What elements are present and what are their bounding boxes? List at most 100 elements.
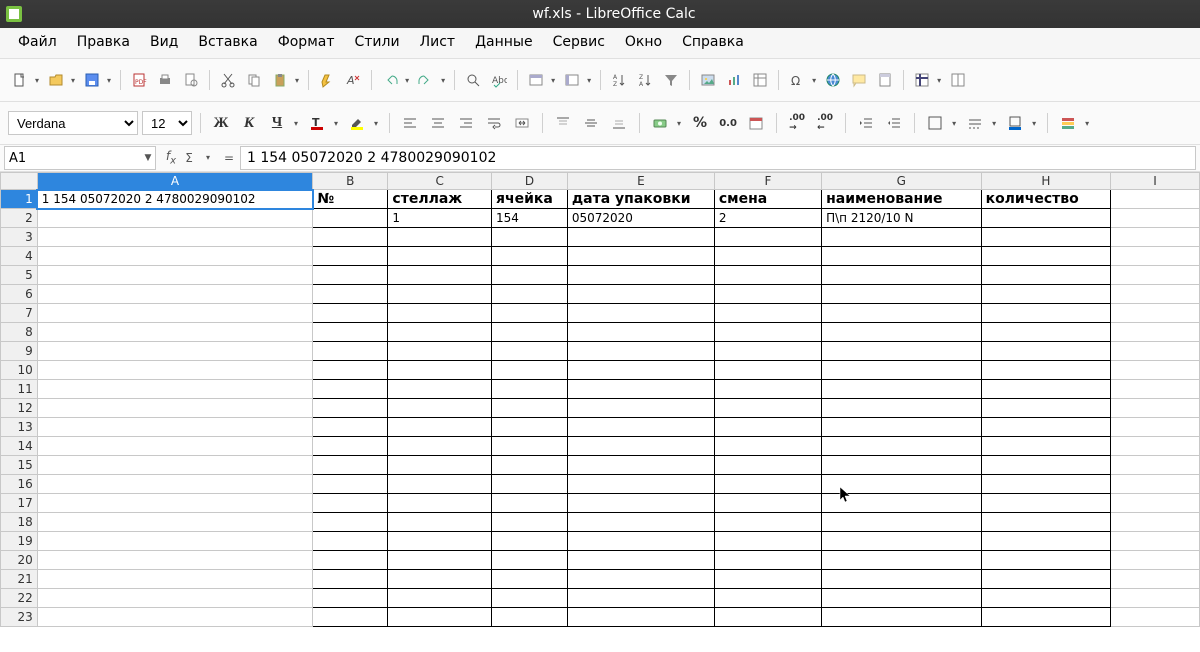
font-color-button[interactable]: T xyxy=(305,111,329,135)
row-header-9[interactable]: 9 xyxy=(1,342,38,361)
cell-E2[interactable]: 05072020 xyxy=(567,209,714,228)
print-icon[interactable] xyxy=(153,68,177,92)
align-center-icon[interactable] xyxy=(426,111,450,135)
cell-B11[interactable] xyxy=(313,380,388,399)
remove-decimal-icon[interactable]: .00← xyxy=(813,111,837,135)
cell-D12[interactable] xyxy=(492,399,568,418)
cell-C10[interactable] xyxy=(388,361,492,380)
cell-I1[interactable] xyxy=(1111,190,1200,209)
cell-B16[interactable] xyxy=(313,475,388,494)
cell-C6[interactable] xyxy=(388,285,492,304)
cell-H23[interactable] xyxy=(981,608,1111,627)
cell-E16[interactable] xyxy=(567,475,714,494)
align-right-icon[interactable] xyxy=(454,111,478,135)
column-header-C[interactable]: C xyxy=(388,173,492,190)
row-header-19[interactable]: 19 xyxy=(1,532,38,551)
cell-G23[interactable] xyxy=(822,608,981,627)
menu-Справка[interactable]: Справка xyxy=(672,30,754,54)
cell-C20[interactable] xyxy=(388,551,492,570)
hyperlink-icon[interactable] xyxy=(821,68,845,92)
export-pdf-icon[interactable]: PDF xyxy=(127,68,151,92)
cell-H22[interactable] xyxy=(981,589,1111,608)
cell-E14[interactable] xyxy=(567,437,714,456)
select-all-corner[interactable] xyxy=(1,173,38,190)
cell-C21[interactable] xyxy=(388,570,492,589)
cell-E22[interactable] xyxy=(567,589,714,608)
cell-I23[interactable] xyxy=(1111,608,1200,627)
align-left-icon[interactable] xyxy=(398,111,422,135)
cell-H2[interactable] xyxy=(981,209,1111,228)
cell-A4[interactable] xyxy=(37,247,312,266)
cell-B23[interactable] xyxy=(313,608,388,627)
conditional-format-icon[interactable] xyxy=(1056,111,1080,135)
comment-icon[interactable] xyxy=(847,68,871,92)
cell-D23[interactable] xyxy=(492,608,568,627)
cell-B12[interactable] xyxy=(313,399,388,418)
cell-D5[interactable] xyxy=(492,266,568,285)
decrease-indent-icon[interactable] xyxy=(854,111,878,135)
row-header-20[interactable]: 20 xyxy=(1,551,38,570)
cell-A13[interactable] xyxy=(37,418,312,437)
cell-D6[interactable] xyxy=(492,285,568,304)
cell-A18[interactable] xyxy=(37,513,312,532)
cell-E20[interactable] xyxy=(567,551,714,570)
currency-icon[interactable] xyxy=(648,111,672,135)
row-header-6[interactable]: 6 xyxy=(1,285,38,304)
cell-A14[interactable] xyxy=(37,437,312,456)
row-header-1[interactable]: 1 xyxy=(1,190,38,209)
cell-C14[interactable] xyxy=(388,437,492,456)
cell-C22[interactable] xyxy=(388,589,492,608)
cell-D2[interactable]: 154 xyxy=(492,209,568,228)
cell-G13[interactable] xyxy=(822,418,981,437)
cell-H1[interactable]: количество xyxy=(981,190,1111,209)
underline-button[interactable]: Ч xyxy=(265,111,289,135)
add-decimal-icon[interactable]: .00→ xyxy=(785,111,809,135)
open-icon[interactable] xyxy=(44,68,68,92)
cell-B2[interactable] xyxy=(313,209,388,228)
cell-C4[interactable] xyxy=(388,247,492,266)
cell-A1[interactable]: 1 154 05072020 2 4780029090102 xyxy=(37,190,312,209)
percent-icon[interactable]: % xyxy=(688,111,712,135)
cell-G21[interactable] xyxy=(822,570,981,589)
menu-Лист[interactable]: Лист xyxy=(410,30,465,54)
cell-A22[interactable] xyxy=(37,589,312,608)
cell-F13[interactable] xyxy=(714,418,821,437)
cell-F9[interactable] xyxy=(714,342,821,361)
bold-button[interactable]: Ж xyxy=(209,111,233,135)
cell-E7[interactable] xyxy=(567,304,714,323)
cell-D15[interactable] xyxy=(492,456,568,475)
cell-G1[interactable]: наименование xyxy=(822,190,981,209)
insert-chart-icon[interactable] xyxy=(722,68,746,92)
row-header-15[interactable]: 15 xyxy=(1,456,38,475)
italic-button[interactable]: К xyxy=(237,111,261,135)
column-header-A[interactable]: A xyxy=(37,173,312,190)
cell-E6[interactable] xyxy=(567,285,714,304)
border-style-icon[interactable] xyxy=(963,111,987,135)
cell-D4[interactable] xyxy=(492,247,568,266)
cell-H13[interactable] xyxy=(981,418,1111,437)
cell-I16[interactable] xyxy=(1111,475,1200,494)
cell-B20[interactable] xyxy=(313,551,388,570)
equals-icon[interactable]: = xyxy=(222,151,236,165)
cell-C1[interactable]: стеллаж xyxy=(388,190,492,209)
wrap-text-icon[interactable] xyxy=(482,111,506,135)
cell-H21[interactable] xyxy=(981,570,1111,589)
cell-I4[interactable] xyxy=(1111,247,1200,266)
cell-F2[interactable]: 2 xyxy=(714,209,821,228)
menu-Файл[interactable]: Файл xyxy=(8,30,67,54)
menu-Данные[interactable]: Данные xyxy=(465,30,543,54)
column-header-E[interactable]: E xyxy=(567,173,714,190)
cell-I17[interactable] xyxy=(1111,494,1200,513)
cell-B22[interactable] xyxy=(313,589,388,608)
cell-H6[interactable] xyxy=(981,285,1111,304)
cell-D21[interactable] xyxy=(492,570,568,589)
cell-C15[interactable] xyxy=(388,456,492,475)
align-top-icon[interactable] xyxy=(551,111,575,135)
row-header-22[interactable]: 22 xyxy=(1,589,38,608)
cell-I12[interactable] xyxy=(1111,399,1200,418)
cell-E19[interactable] xyxy=(567,532,714,551)
cell-I8[interactable] xyxy=(1111,323,1200,342)
spreadsheet-grid[interactable]: ABCDEFGHI11 154 05072020 2 4780029090102… xyxy=(0,172,1200,652)
align-middle-icon[interactable] xyxy=(579,111,603,135)
cell-E18[interactable] xyxy=(567,513,714,532)
